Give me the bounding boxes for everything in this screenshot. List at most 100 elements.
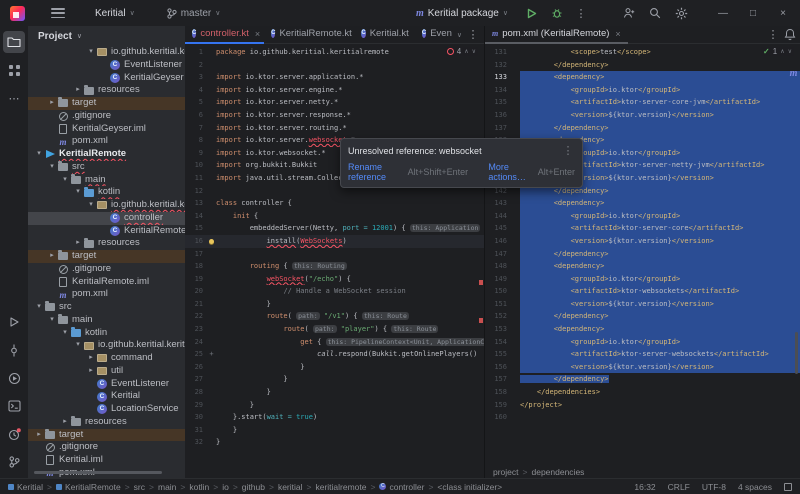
tree-item[interactable]: Keritial.iml	[28, 454, 185, 467]
code-line[interactable]: 147 </dependency>	[485, 248, 800, 261]
tree-item[interactable]: Ccontroller	[28, 212, 185, 225]
tooltip-options-button[interactable]: ⋮	[561, 144, 575, 157]
chevron-expanded-icon[interactable]: ▾	[86, 46, 96, 59]
code-with-me-button[interactable]	[620, 4, 638, 22]
chevron-collapsed-icon[interactable]: ▸	[47, 97, 57, 110]
tree-item[interactable]: ▸resources	[28, 416, 185, 429]
chevron-expanded-icon[interactable]: ▾	[86, 199, 96, 212]
breadcrumb-item[interactable]: <class initializer>	[437, 482, 502, 492]
code-line[interactable]: 23 route( path: "player") { this: Route	[185, 323, 484, 336]
breadcrumb-item[interactable]: Ccontroller	[379, 482, 424, 492]
code-line[interactable]: 31 }	[185, 424, 484, 437]
breadcrumb-item[interactable]: keritialremote	[315, 482, 366, 492]
tree-item[interactable]: CKeritial	[28, 390, 185, 403]
stripe-problems-tool-button[interactable]	[3, 423, 25, 445]
breadcrumb-item[interactable]: Keritial	[8, 482, 43, 492]
code-line[interactable]: 150 <artifactId>ktor-websockets</artifac…	[485, 285, 800, 298]
inspection-widget-left[interactable]: 4 ∧ ∨	[445, 47, 478, 56]
tree-item[interactable]: ▸resources	[28, 84, 185, 97]
minimize-button[interactable]: —	[712, 8, 734, 19]
code-line[interactable]: 144 <groupId>io.ktor</groupId>	[485, 210, 800, 223]
structure-tool-button[interactable]	[3, 59, 25, 81]
xml-editor[interactable]: ✓ 1 ∧ ∨ m 131 <scope>test</scope>132 </d…	[485, 44, 800, 465]
tree-item[interactable]: ▾io.github.keritial.keritialg	[28, 46, 185, 59]
chevron-collapsed-icon[interactable]: ▸	[47, 250, 57, 263]
breadcrumb-item[interactable]: project	[493, 467, 519, 477]
breadcrumb-item[interactable]: io	[222, 482, 229, 492]
chevron-collapsed-icon[interactable]: ▸	[73, 84, 83, 97]
code-line[interactable]: 135 <artifactId>ktor-server-core-jvm</ar…	[485, 96, 800, 109]
chevron-expanded-icon[interactable]: ▾	[34, 301, 44, 314]
tree-item[interactable]: ▾io.github.keritial.keritial	[28, 339, 185, 352]
next-error-button[interactable]: ∨	[472, 48, 476, 55]
code-line[interactable]: 136 <version>${ktor.version}</version>	[485, 109, 800, 122]
tree-item[interactable]: ▸command	[28, 352, 185, 365]
tab-controller-kt[interactable]: Ccontroller.kt×	[185, 26, 264, 44]
stripe-vcs-tool-button[interactable]	[3, 451, 25, 473]
tree-item[interactable]: mpom.xml	[28, 288, 185, 301]
tree-item[interactable]: CEventListener	[28, 59, 185, 72]
code-line[interactable]: 137 </dependency>	[485, 122, 800, 135]
tree-horizontal-scrollbar[interactable]	[34, 471, 162, 474]
breadcrumb-item[interactable]: KeritialRemote	[56, 482, 121, 492]
tree-item[interactable]: ▸target	[28, 429, 185, 442]
stripe-terminal-tool-button[interactable]	[3, 395, 25, 417]
tree-item[interactable]: KeritialGeyser.iml	[28, 123, 185, 136]
code-line[interactable]: 22 route( path: "/v1") { this: Route	[185, 310, 484, 323]
tree-item[interactable]: KeritialRemote.iml	[28, 276, 185, 289]
code-line[interactable]: 145 <artifactId>ktor-server-core</artifa…	[485, 222, 800, 235]
tab-options-button[interactable]: ⋮	[466, 28, 480, 41]
tree-item[interactable]: ▾src	[28, 161, 185, 174]
code-line[interactable]: 7import io.ktor.server.routing.*	[185, 122, 484, 135]
project-selector[interactable]: Keritial ∨	[89, 5, 141, 22]
breadcrumb-item[interactable]: dependencies	[531, 467, 584, 477]
chevron-expanded-icon[interactable]: ▾	[60, 174, 70, 187]
code-line[interactable]: 159</project>	[485, 399, 800, 412]
chevron-expanded-icon[interactable]: ▾	[73, 339, 83, 352]
error-stripe-mark[interactable]	[479, 318, 483, 323]
project-tool-button[interactable]	[3, 31, 25, 53]
run-button[interactable]	[522, 4, 540, 22]
breadcrumb-item[interactable]: kotlin	[189, 482, 209, 492]
stripe-run-tool-button[interactable]	[3, 311, 25, 333]
code-line[interactable]: 16 install(WebSockets)	[185, 235, 484, 248]
code-line[interactable]: 29 }	[185, 399, 484, 412]
code-line[interactable]: 20 // Handle a WebSocket session	[185, 285, 484, 298]
rename-reference-link[interactable]: Rename reference	[348, 162, 403, 182]
code-line[interactable]: 21 }	[185, 298, 484, 311]
code-line[interactable]: 133 <dependency>	[485, 71, 800, 84]
more-tool-windows-button[interactable]: ⋯	[3, 87, 25, 109]
stripe-services-tool-button[interactable]	[3, 367, 25, 389]
hidden-tabs-chevron[interactable]: ∨	[457, 31, 462, 39]
main-menu-button[interactable]	[51, 8, 65, 18]
chevron-expanded-icon[interactable]: ▾	[34, 148, 44, 161]
tree-item[interactable]: ▸target	[28, 97, 185, 110]
tab-keritialremote-kt[interactable]: CKeritialRemote.kt	[264, 26, 354, 44]
code-line[interactable]: 154 <groupId>io.ktor</groupId>	[485, 336, 800, 349]
tree-item[interactable]: ▾main	[28, 314, 185, 327]
code-line[interactable]: 6import io.ktor.server.response.*	[185, 109, 484, 122]
breadcrumb-item[interactable]: keritial	[278, 482, 303, 492]
tree-item[interactable]: ▸util	[28, 365, 185, 378]
next-problem-button[interactable]: ∨	[788, 48, 792, 55]
tree-item[interactable]: .gitignore	[28, 110, 185, 123]
tree-item[interactable]: ▾src	[28, 301, 185, 314]
breadcrumb-item[interactable]: main	[158, 482, 176, 492]
code-line[interactable]: 148 <dependency>	[485, 260, 800, 273]
chevron-collapsed-icon[interactable]: ▸	[34, 429, 44, 442]
chevron-collapsed-icon[interactable]: ▸	[60, 416, 70, 429]
code-line[interactable]: 132 </dependency>	[485, 59, 800, 72]
code-line[interactable]: 151 <version>${ktor.version}</version>	[485, 298, 800, 311]
search-everywhere-button[interactable]	[646, 4, 664, 22]
code-line[interactable]: 1package io.github.keritial.keritialremo…	[185, 46, 484, 59]
code-line[interactable]: 143 <dependency>	[485, 197, 800, 210]
prev-error-button[interactable]: ∧	[464, 48, 468, 55]
tab-pom-xml[interactable]: m pom.xml (KeritialRemote) ×	[485, 26, 628, 44]
maximize-button[interactable]: □	[742, 8, 764, 19]
tree-item[interactable]: ▾io.github.keritial.keritialre	[28, 199, 185, 212]
code-line[interactable]: 27 }	[185, 373, 484, 386]
error-stripe-mark[interactable]	[479, 280, 483, 285]
code-line[interactable]: 18 routing { this: Routing	[185, 260, 484, 273]
read-only-toggle-icon[interactable]	[784, 483, 792, 491]
code-line[interactable]: 13class controller {	[185, 197, 484, 210]
